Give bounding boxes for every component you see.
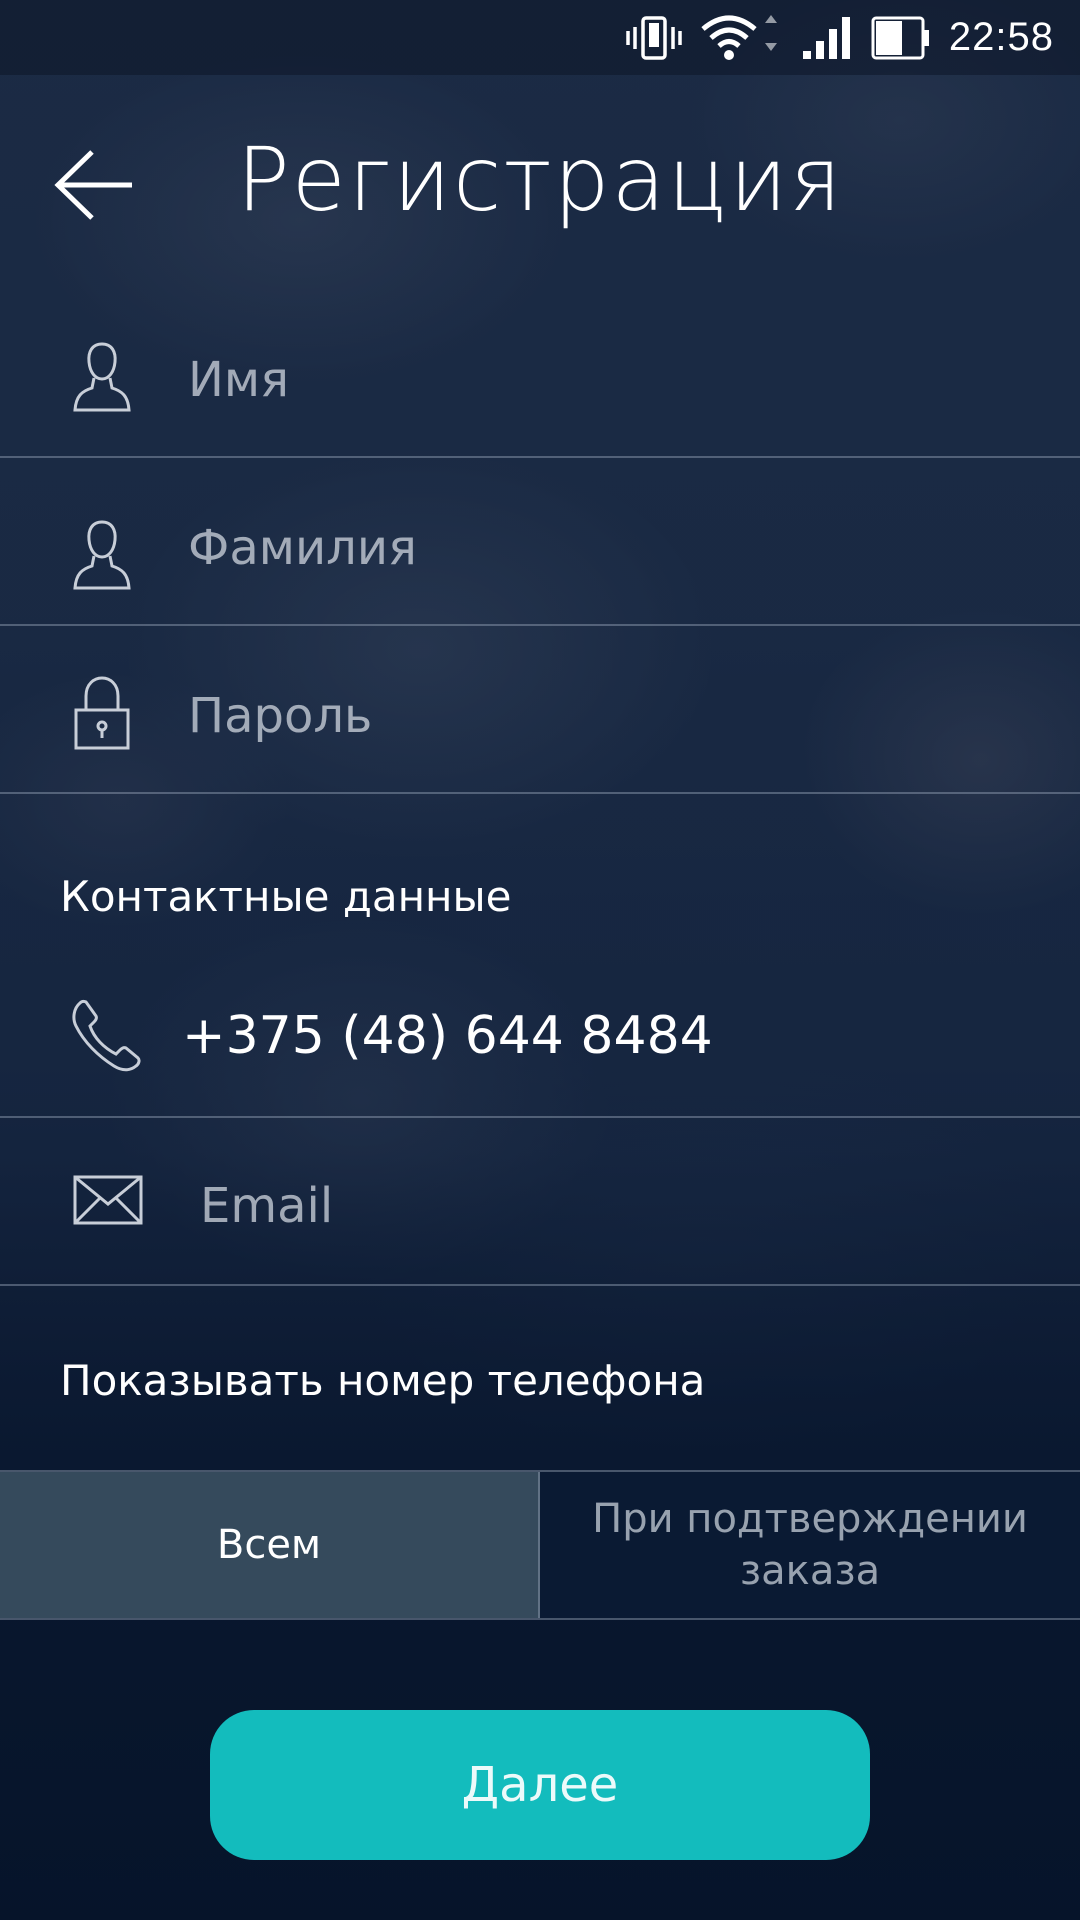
email-placeholder: Email <box>200 1178 334 1234</box>
registration-screen: 22:58 Регистрация Имя Фамилия Пароль Кон… <box>0 0 1080 1920</box>
vibrate-icon <box>626 15 682 60</box>
email-field[interactable]: Email <box>0 1118 1080 1286</box>
password-field[interactable]: Пароль <box>0 626 1080 794</box>
user-icon <box>73 342 131 412</box>
status-icons: 22:58 <box>625 0 1054 75</box>
phone-value: +375 (48) 644 8484 <box>182 1006 713 1066</box>
segment-everyone[interactable]: Всем <box>0 1472 540 1618</box>
phone-icon <box>72 999 141 1072</box>
status-time: 22:58 <box>948 15 1054 59</box>
envelope-icon <box>73 1175 143 1225</box>
page-title: Регистрация <box>236 128 844 231</box>
segment-on-order-confirmation[interactable]: При подтверждении заказа <box>540 1472 1080 1618</box>
phone-field[interactable]: +375 (48) 644 8484 <box>0 950 1080 1118</box>
password-placeholder: Пароль <box>188 688 373 744</box>
phone-visibility-toggle: Всем При подтверждении заказа <box>0 1470 1080 1620</box>
last-name-placeholder: Фамилия <box>188 520 417 576</box>
user-icon <box>73 520 131 590</box>
contacts-section-label: Контактные данные <box>60 872 512 921</box>
battery-icon <box>871 16 929 59</box>
first-name-placeholder: Имя <box>188 352 289 408</box>
status-bar: 22:58 <box>0 0 1080 75</box>
signal-icon <box>802 16 850 59</box>
first-name-field[interactable]: Имя <box>0 290 1080 458</box>
last-name-field[interactable]: Фамилия <box>0 458 1080 626</box>
lock-icon <box>74 676 130 750</box>
next-button[interactable]: Далее <box>210 1710 870 1860</box>
phone-visibility-label: Показывать номер телефона <box>60 1356 706 1405</box>
wifi-icon <box>701 14 777 60</box>
